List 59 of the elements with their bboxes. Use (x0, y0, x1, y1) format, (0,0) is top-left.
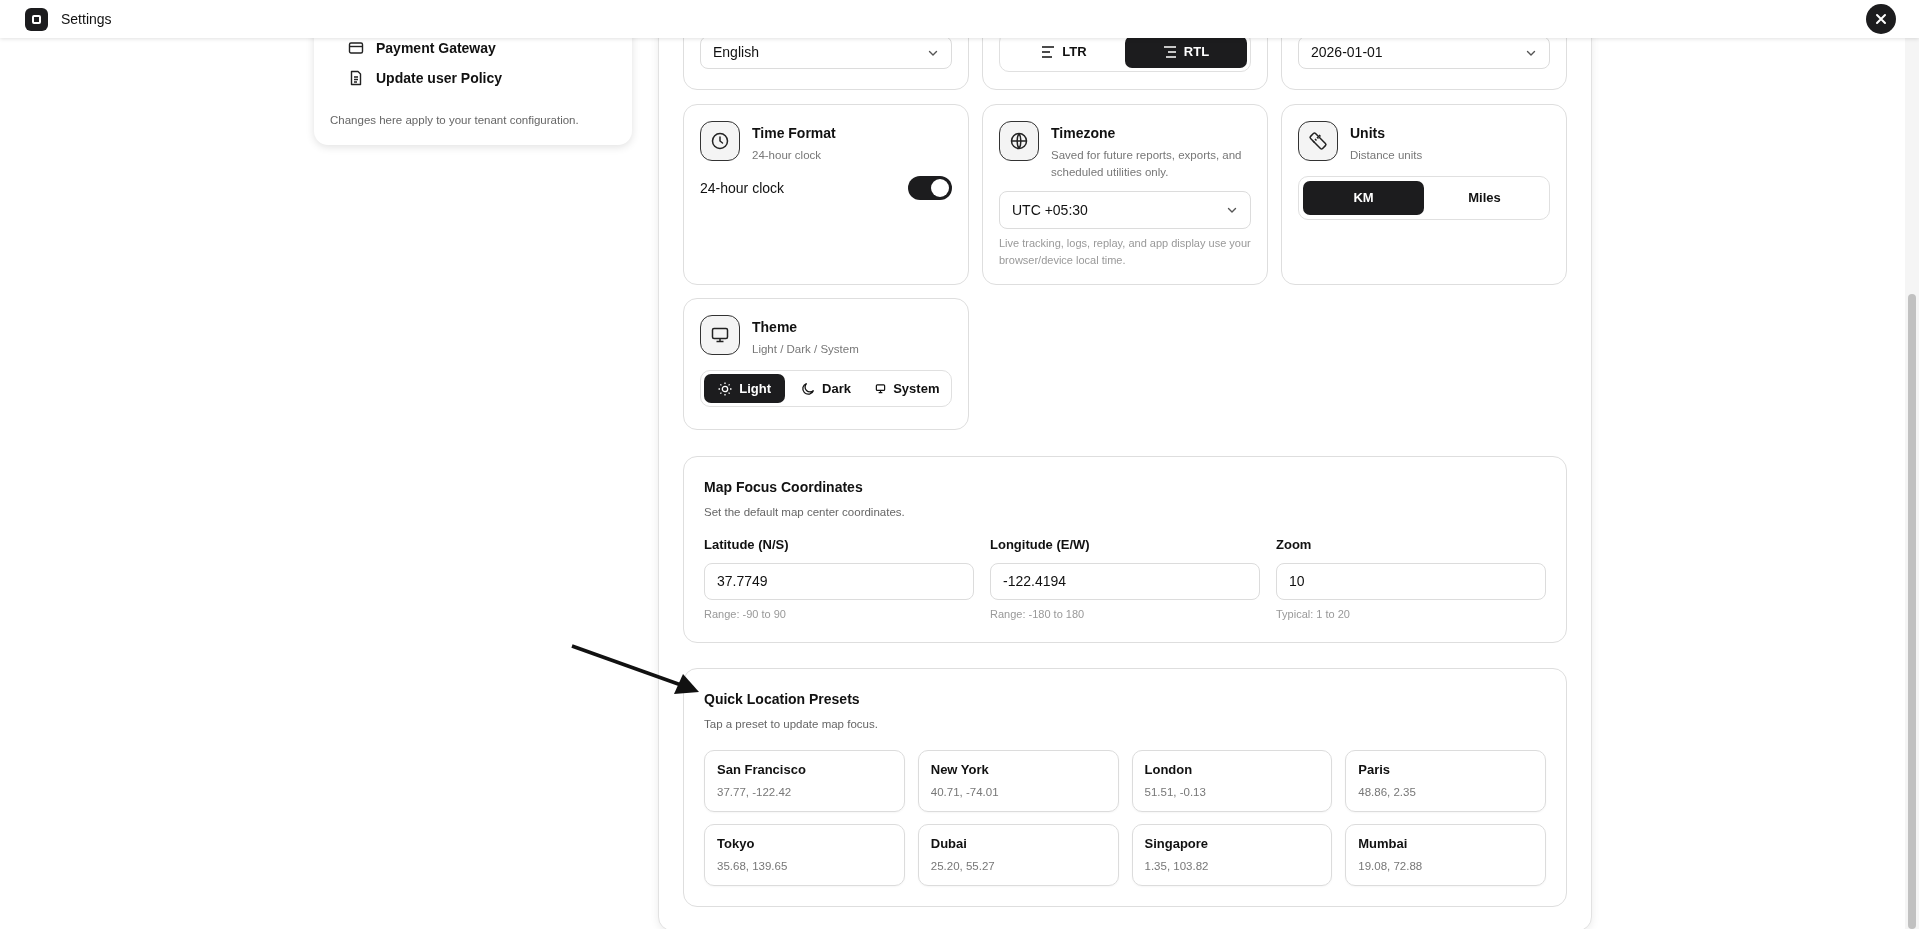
unit-option[interactable]: Miles (1424, 181, 1545, 215)
document-icon (348, 70, 364, 86)
card-title: Units (1350, 124, 1386, 143)
preset-button[interactable]: Paris 48.86, 2.35 (1345, 749, 1546, 812)
field-hint: Range: -90 to 90 (704, 606, 787, 622)
section-subtitle: Set the default map center coordinates. (704, 505, 906, 520)
timezone-select[interactable]: UTC +05:30 (999, 191, 1251, 229)
clock-toggle[interactable] (908, 176, 952, 200)
preset-button[interactable]: Mumbai 19.08, 72.88 (1345, 823, 1546, 886)
unit-option[interactable]: KM (1303, 181, 1424, 215)
window-title: Settings (61, 9, 112, 29)
preset-button[interactable]: San Francisco 37.77, -122.42 (704, 749, 905, 812)
monitor-icon (710, 325, 730, 345)
scrollbar-thumb[interactable] (1908, 294, 1916, 929)
coordinate-input[interactable]: 10 (1276, 562, 1546, 600)
field-label: Zoom (1276, 536, 1313, 555)
card-subtitle: Light / Dark / System (752, 342, 859, 357)
sidebar-item[interactable]: Update user Policy (348, 68, 616, 88)
theme-option[interactable]: Dark (785, 374, 867, 403)
preset-button[interactable]: Tokyo 35.68, 139.65 (704, 823, 905, 886)
align-icon (1162, 46, 1177, 58)
card-title: Time Format (752, 124, 836, 143)
sidebar-note: Changes here apply to your tenant configuration. (330, 113, 580, 128)
preset-button[interactable]: New York 40.71, -74.01 (917, 749, 1119, 812)
card-title: Timezone (1051, 124, 1117, 143)
card-title: Theme (752, 318, 799, 337)
monitor-icon (875, 383, 887, 394)
field-hint: Range: -180 to 180 (990, 606, 1086, 622)
clock-icon (710, 131, 730, 151)
card-icon (348, 40, 364, 56)
close-button[interactable] (1866, 4, 1896, 34)
preset-button[interactable]: Singapore 1.35, 103.82 (1131, 823, 1333, 886)
ruler-icon (1308, 131, 1328, 151)
section-subtitle: Tap a preset to update map focus. (704, 717, 879, 733)
theme-option[interactable]: System (866, 374, 948, 403)
theme-option[interactable]: Light (704, 374, 786, 403)
field-label: Latitude (N/S) (704, 536, 790, 555)
field-hint: Typical: 1 to 20 (1276, 606, 1351, 622)
globe-icon (1009, 131, 1029, 151)
app-logo-icon (25, 7, 48, 31)
coordinate-input[interactable]: -122.4194 (990, 562, 1260, 600)
sun-icon (718, 381, 733, 396)
direction-option[interactable]: LTR (1003, 36, 1125, 68)
card-subtitle: Distance units (1350, 148, 1423, 163)
card-subtitle: Saved for future reports, exports, and scheduled utilities only. (1051, 148, 1243, 180)
preset-button[interactable]: Dubai 25.20, 55.27 (917, 823, 1119, 886)
preset-button[interactable]: London 51.51, -0.13 (1131, 749, 1333, 812)
section-title: Quick Location Presets (704, 690, 861, 710)
align-icon (1041, 46, 1056, 58)
moon-icon (801, 381, 816, 396)
field-label: Longitude (E/W) (990, 536, 1091, 555)
coordinate-input[interactable]: 37.7749 (704, 562, 974, 600)
timezone-note: Live tracking, logs, replay, and app display use your browser/device local time. (999, 236, 1251, 268)
close-icon (1875, 13, 1887, 25)
direction-option[interactable]: RTL (1125, 36, 1247, 68)
sidebar-item[interactable]: Payment Gateway (348, 38, 616, 58)
card-subtitle: 24-hour clock (752, 148, 823, 163)
toggle-label: 24-hour clock (700, 178, 785, 198)
section-title: Map Focus Coordinates (704, 478, 864, 497)
